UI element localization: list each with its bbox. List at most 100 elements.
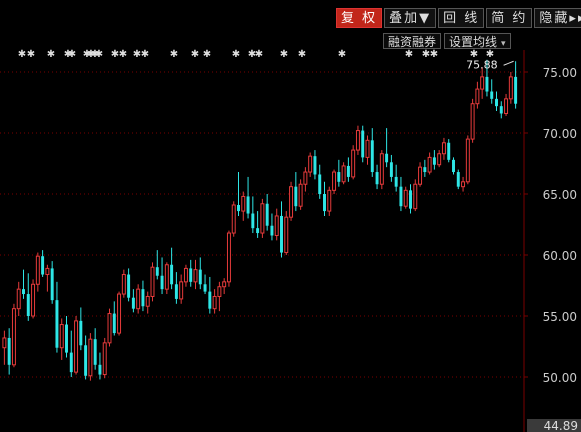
candle-body [504,98,509,114]
candle-body [93,339,97,365]
candle-body [160,275,164,290]
candle-body [337,172,341,182]
candle-body [490,91,494,99]
candle-body [441,142,446,155]
candle-body [375,172,379,185]
event-marker-icon: ✱ [470,49,478,60]
candle-body [274,215,279,236]
candle-body [403,189,408,207]
candle-body [341,165,346,183]
candle-body [79,320,83,346]
event-marker-icon: ✱ [298,49,306,60]
candle-body [280,215,283,253]
candle-body [117,293,122,334]
candle-body [203,284,207,292]
candle-body [155,267,159,276]
candle-body [361,130,365,158]
candle-body [45,267,50,276]
candle-body [355,130,360,151]
price-tick-label: 65.00 [543,188,577,202]
candle-body [461,181,466,188]
candle-body [208,291,212,309]
candle-body [365,139,370,158]
candle-body [470,103,475,140]
event-marker-icon: ✱ [232,49,240,60]
candle-body [294,186,298,207]
candle-body [318,174,322,194]
candle-body [298,183,303,207]
ma-settings-button[interactable]: 设置均线 ▾ [444,33,511,49]
candle-body [31,283,36,317]
hide-button[interactable]: 隐藏▸▸ [534,8,581,28]
event-marker-icon: ✱ [430,49,438,60]
candle-body [16,288,21,310]
candle-body [499,106,503,114]
candle-body [2,337,7,349]
simple-button[interactable]: 简 约 [486,8,533,28]
candle-body [74,320,79,373]
event-marker-icon: ✱ [338,49,346,60]
candle-body [41,256,45,275]
chevron-down-icon: ▾ [501,39,506,49]
candle-body [289,186,294,218]
event-marker-icon: ✱ [170,49,178,60]
candle-body [465,138,470,183]
candle-body [145,295,150,307]
candle-body [413,183,418,210]
candle-body [136,288,141,310]
event-marker-icon: ✱ [18,49,26,60]
event-marker-icon: ✱ [203,49,211,60]
overlay-button[interactable]: 叠加▼ [384,8,437,28]
candle-body [265,203,269,226]
chart-toolbar: 复 权 叠加▼ 回 线 简 约 隐藏▸▸ [336,8,581,30]
candle-body [212,295,217,310]
candle-body [437,153,442,166]
event-marker-icon: ✱ [47,49,55,60]
candle-body [222,281,227,288]
restore-right-button[interactable]: 复 权 [336,8,383,28]
candle-body [370,140,374,173]
candle-body [141,289,145,307]
candle-body [495,98,498,107]
candle-body [241,195,246,212]
candle-body [514,76,518,104]
candle-body [256,228,260,234]
candle-body [112,313,116,334]
candle-body [260,203,265,234]
event-marker-icon: ✱ [486,49,494,60]
candle-body [452,159,455,173]
event-marker-icon: ✱ [255,49,263,60]
candle-body [217,286,222,297]
candle-body [251,213,255,229]
candle-body [26,294,30,316]
candle-body [270,225,274,236]
event-marker-icon: ✱ [191,49,199,60]
candle-body [332,171,337,191]
price-tick-label: 70.00 [543,127,577,141]
candle-body [447,142,451,160]
candle-body [59,324,64,349]
candle-body [7,337,11,365]
candle-body [107,313,112,344]
candle-body [327,189,332,212]
event-marker-icon: ✱ [27,49,35,60]
current-price-label: 44.89 [544,419,578,432]
candle-body [121,274,126,295]
candle-body [323,194,326,212]
candle-body [231,204,236,234]
candle-body [170,264,174,285]
candle-body [399,186,403,207]
candle-body [432,157,436,165]
price-tick-label: 55.00 [543,310,577,324]
price-tick-label: 75.00 [543,66,577,80]
candle-body [409,190,412,209]
line-button[interactable]: 回 线 [438,8,485,28]
candle-body [427,156,432,173]
candle-body [237,204,240,212]
candle-body [183,267,188,283]
candle-body [246,196,250,214]
margin-trading-button[interactable]: 融资融券 [383,33,442,49]
candle-body [480,76,485,90]
chart-subtoolbar: 融资融券 设置均线 ▾ [383,33,511,49]
candlestick-chart[interactable]: 50.00 55.00 60.00 65.00 70.00 75.00 44.89 75.88… [0,0,581,432]
